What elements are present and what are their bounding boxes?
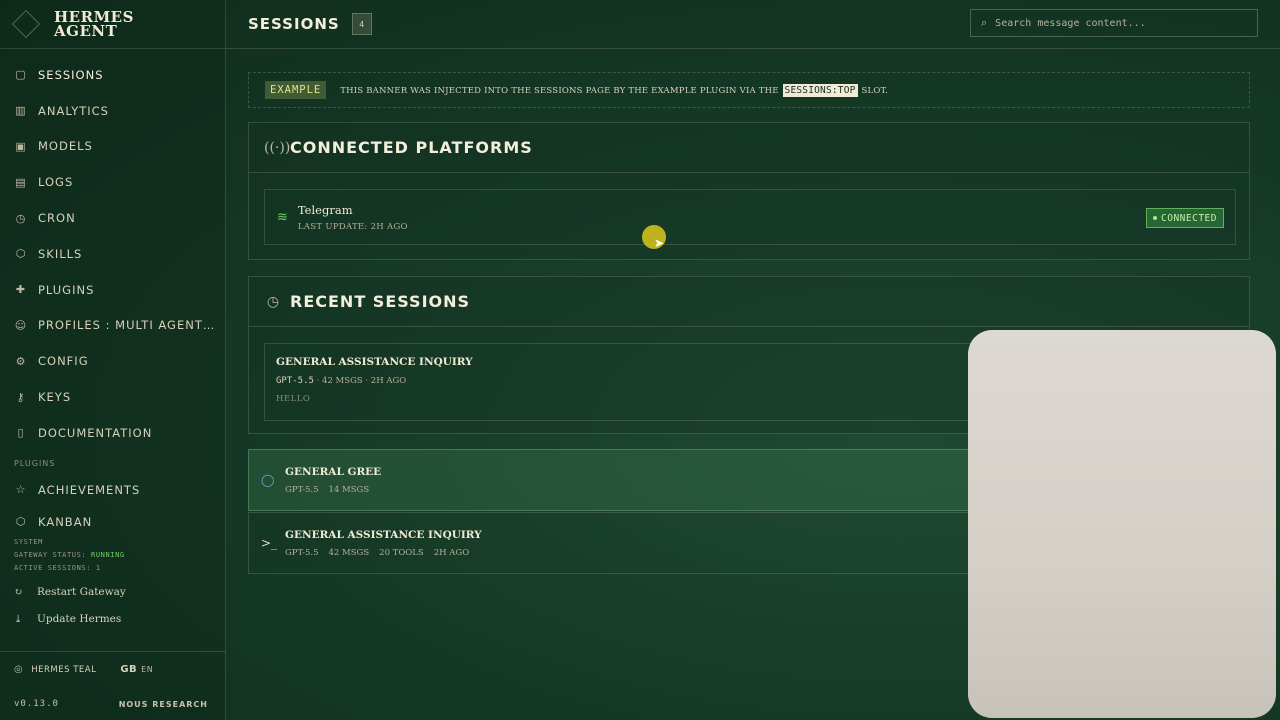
users-icon: ☺ (14, 318, 28, 332)
file-icon: ▤ (15, 175, 27, 189)
gateway-status: GATEWAY STATUS: RUNNING (14, 550, 125, 559)
bar-chart-icon: ▥ (15, 104, 27, 118)
session-title: GENERAL GREE (285, 465, 382, 478)
language-label: EN (141, 665, 154, 674)
sidebar-item-cron[interactable]: ◷ CRON (0, 200, 225, 236)
book-icon: ▯ (17, 426, 25, 440)
sidebar-item-config[interactable]: ⚙ CONFIG (0, 343, 225, 379)
chat-bubble-icon: ◯ (261, 473, 275, 487)
panel-header: ◷ RECENT SESSIONS (249, 277, 1249, 327)
download-icon: ⤓ (14, 613, 23, 625)
panel-header: ((·)) CONNECTED PLATFORMS (249, 123, 1249, 173)
status-badge: RUNNING (91, 550, 125, 559)
search-icon: ⌕ (981, 16, 988, 29)
status-badge: CONNECTED (1146, 208, 1224, 228)
sidebar-item-documentation[interactable]: ▯ DOCUMENTATION (0, 415, 225, 451)
star-icon: ☆ (15, 483, 27, 497)
sidebar-item-label: CONFIG (38, 354, 89, 369)
package-icon: ⬡ (15, 247, 27, 261)
session-meta: GPT-5.5 42 MSGS 20 TOOLS 2H AGO (285, 547, 470, 558)
sidebar-item-label: KEYS (38, 390, 72, 405)
language-selector[interactable]: GB (120, 664, 137, 675)
kanban-icon: ⬡ (15, 515, 27, 529)
sidebar-item-keys[interactable]: ⚷ KEYS (0, 379, 225, 415)
session-count-badge: 4 (351, 13, 372, 35)
sidebar-item-plugins[interactable]: ✚ PLUGINS (0, 272, 225, 308)
sidebar-item-profiles[interactable]: ☺ PROFILES : MULTI AGENT… (0, 308, 225, 344)
sidebar-item-logs[interactable]: ▤ LOGS (0, 164, 225, 200)
platform-name: Telegram (297, 202, 353, 217)
version-row: v0.13.0 NOUS RESEARCH (0, 692, 226, 716)
sidebar-item-label: MODELS (38, 139, 93, 154)
active-sessions: ACTIVE SESSIONS: 1 (14, 563, 101, 572)
sidebar-item-models[interactable]: ▣ MODELS (0, 129, 225, 165)
sidebar-item-label: ACHIEVEMENTS (38, 482, 141, 497)
sidebar-nav: ▢ SESSIONS ▥ ANALYTICS ▣ MODELS ▤ LOGS ◷… (0, 49, 225, 536)
session-meta: GPT-5.5 14 MSGS (285, 484, 370, 495)
sidebar-item-label: SKILLS (38, 246, 83, 261)
panel-title: CONNECTED PLATFORMS (290, 138, 533, 157)
system-label: SYSTEM (14, 537, 43, 546)
example-tag: EXAMPLE (265, 81, 327, 99)
broadcast-icon: ((·)) (264, 139, 291, 156)
sidebar-item-label: PROFILES : MULTI AGENT… (38, 318, 216, 333)
gear-icon: ⚙ (15, 354, 27, 368)
app-title: HERMES AGENT (54, 8, 134, 40)
theme-row: ◎ HERMES TEAL GB EN (0, 651, 226, 687)
status-dot (1153, 216, 1158, 220)
platform-row-telegram[interactable]: ≋ Telegram LAST UPDATE: 2H AGO CONNECTED (264, 189, 1236, 245)
system-status: SYSTEM GATEWAY STATUS: RUNNING ACTIVE SE… (0, 536, 225, 575)
sidebar-item-label: LOGS (38, 175, 74, 190)
page-title: SESSIONS (248, 15, 340, 33)
sidebar-item-sessions[interactable]: ▢ SESSIONS (0, 57, 225, 93)
sidebar: HERMES AGENT ▢ SESSIONS ▥ ANALYTICS ▣ MO… (0, 0, 226, 720)
chat-icon: ▢ (15, 68, 27, 82)
search-box[interactable]: ⌕ (970, 9, 1258, 37)
logo-icon (11, 9, 41, 39)
sidebar-item-label: SESSIONS (38, 67, 104, 82)
sidebar-item-label: DOCUMENTATION (38, 425, 153, 440)
webcam-overlay (968, 330, 1276, 718)
sidebar-item-label: ANALYTICS (38, 103, 109, 118)
sidebar-item-achievements[interactable]: ☆ ACHIEVEMENTS (0, 472, 225, 508)
connected-platforms-panel: ((·)) CONNECTED PLATFORMS ≋ Telegram LAS… (248, 122, 1250, 260)
sidebar-item-skills[interactable]: ⬡ SKILLS (0, 236, 225, 272)
puzzle-icon: ✚ (15, 283, 27, 297)
page-header: SESSIONS 4 ⌕ (226, 0, 1280, 49)
platform-last-update: LAST UPDATE: 2H AGO (297, 221, 408, 232)
clock-icon: ◷ (15, 211, 27, 225)
banner-text: THIS BANNER WAS INJECTED INTO THE SESSIO… (340, 83, 889, 97)
sidebar-item-analytics[interactable]: ▥ ANALYTICS (0, 93, 225, 129)
update-hermes-button[interactable]: ⤓ Update Hermes (0, 606, 225, 633)
refresh-icon: ↻ (14, 586, 23, 598)
sidebar-item-label: CRON (38, 211, 76, 226)
panel-title: RECENT SESSIONS (290, 292, 471, 311)
sidebar-item-kanban[interactable]: ⬡ KANBAN (0, 508, 225, 536)
sidebar-item-label: PLUGINS (38, 282, 95, 297)
wifi-icon: ≋ (277, 209, 288, 225)
search-input[interactable] (995, 17, 1236, 29)
sidebar-item-label: KANBAN (38, 514, 93, 529)
key-icon: ⚷ (16, 390, 26, 404)
slot-code: SESSIONS:TOP (782, 83, 858, 97)
cursor-arrow-icon: ➤ (654, 236, 665, 250)
cpu-icon: ▣ (15, 139, 27, 153)
terminal-icon: >_ (261, 536, 278, 550)
session-title: GENERAL ASSISTANCE INQUIRY (285, 528, 482, 541)
theme-selector[interactable]: HERMES TEAL (31, 665, 96, 675)
vendor-label: NOUS RESEARCH (118, 699, 208, 709)
version-label: v0.13.0 (14, 699, 59, 709)
restart-gateway-button[interactable]: ↻ Restart Gateway (0, 579, 225, 606)
plugin-banner: EXAMPLE THIS BANNER WAS INJECTED INTO TH… (248, 72, 1250, 108)
plugins-section-label: PLUGINS (14, 458, 56, 468)
brand[interactable]: HERMES AGENT (0, 0, 225, 49)
palette-icon: ◎ (14, 664, 24, 675)
clock-icon: ◷ (266, 293, 280, 310)
